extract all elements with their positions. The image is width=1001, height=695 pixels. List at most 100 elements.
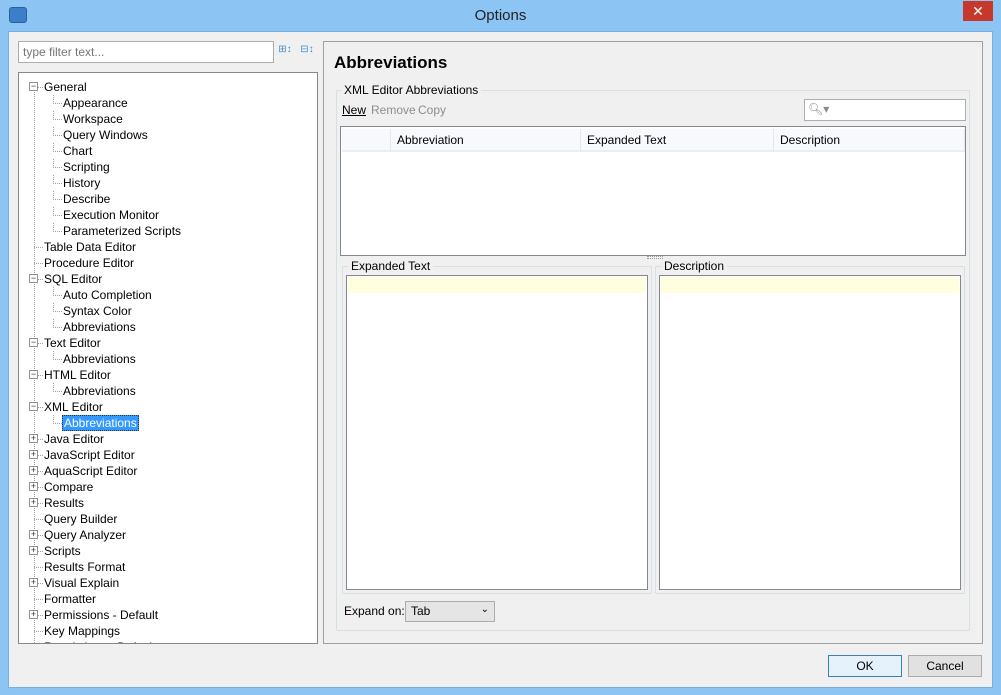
tree-connector (34, 519, 43, 520)
tree-item[interactable]: Compare (43, 479, 94, 495)
expanded-text-label: Expanded Text (348, 259, 434, 273)
collapse-all-icon[interactable]: ⊟↕ (298, 44, 316, 60)
tree-item[interactable]: Scripting (62, 159, 111, 175)
tree-item[interactable]: Abbreviations (62, 383, 137, 399)
tree-item[interactable]: Permissions - Default (43, 607, 159, 623)
collapse-node-icon[interactable]: − (29, 274, 38, 283)
tree-item[interactable]: Query Analyzer (43, 527, 127, 543)
tree-item[interactable]: General (43, 79, 88, 95)
tree-item[interactable]: Text Editor (43, 335, 102, 351)
expand-node-icon[interactable]: + (29, 578, 38, 587)
description-label: Description (661, 259, 728, 273)
expand-all-icon[interactable]: ⊞↕ (276, 44, 294, 60)
tree-item[interactable]: AquaScript Editor (43, 463, 138, 479)
tree-connector (53, 183, 62, 184)
tree-item[interactable]: Appearance (62, 95, 129, 111)
tree-connector (53, 215, 62, 216)
tree-item[interactable]: XML Editor (43, 399, 104, 415)
expand-node-icon[interactable]: + (29, 498, 38, 507)
column-header-description[interactable]: Description (774, 129, 965, 152)
tree-item[interactable]: Scripts (43, 543, 82, 559)
copy-button[interactable]: Copy (418, 103, 446, 117)
tree-item[interactable]: Formatter (43, 591, 97, 607)
tree-connector (53, 207, 54, 216)
expanded-text-area[interactable] (346, 275, 648, 590)
tree-item[interactable]: Execution Monitor (62, 207, 160, 223)
expand-on-value: Tab (411, 604, 431, 618)
collapse-node-icon[interactable]: − (29, 402, 38, 411)
tree-item[interactable]: Parameterized Scripts (62, 223, 182, 239)
row-header-column (342, 129, 391, 152)
column-header-abbreviation[interactable]: Abbreviation (391, 129, 581, 152)
tree-item[interactable]: Java Editor (43, 431, 105, 447)
expand-node-icon[interactable]: + (29, 530, 38, 539)
tree-item[interactable]: HTML Editor (43, 367, 112, 383)
tree-connector (53, 95, 54, 104)
tree-connector (53, 127, 54, 136)
tree-connector (53, 135, 62, 136)
tree-connector (53, 303, 54, 312)
chevron-down-icon: ⌄ (480, 604, 489, 615)
tree-item[interactable]: Chart (62, 143, 93, 159)
filter-input[interactable] (18, 41, 274, 63)
tree-connector (34, 247, 43, 248)
ok-button[interactable]: OK (828, 655, 902, 677)
tree-item[interactable]: Query Windows (62, 127, 149, 143)
description-text-area[interactable] (659, 275, 961, 590)
expand-node-icon[interactable]: + (29, 450, 38, 459)
tree-connector (53, 167, 62, 168)
remove-button[interactable]: Remove (371, 103, 416, 117)
collapse-node-icon[interactable]: − (29, 338, 38, 347)
tree-item[interactable]: Abbreviations (62, 319, 137, 335)
cancel-button[interactable]: Cancel (908, 655, 982, 677)
tree-item[interactable]: Procedure Editor (43, 255, 135, 271)
tree-item[interactable]: Workspace (62, 111, 124, 127)
tree-connector (53, 151, 62, 152)
tree-item[interactable]: Results Format (43, 559, 126, 575)
tree-connector (34, 567, 43, 568)
abbreviations-table: Abbreviation Expanded Text Description (340, 126, 966, 256)
collapse-node-icon[interactable]: − (29, 370, 38, 379)
tree-item[interactable]: Table Data Editor (43, 239, 137, 255)
new-button[interactable]: New (342, 103, 366, 117)
page-title: Abbreviations (334, 53, 448, 72)
collapse-node-icon[interactable]: − (29, 82, 38, 91)
tree-item[interactable]: Restrictions - Default (43, 639, 156, 643)
tree-item[interactable]: Describe (62, 191, 111, 207)
tree-connector (53, 231, 62, 232)
tree-connector (53, 199, 62, 200)
tree-connector (53, 191, 54, 200)
tree-connector (53, 287, 54, 296)
tree-connector (53, 423, 62, 424)
expand-on-label: Expand on: (344, 604, 405, 618)
tree-connector (34, 263, 43, 264)
tree-item[interactable]: History (62, 175, 101, 191)
tree-item[interactable]: Abbreviations (62, 351, 137, 367)
tree-connector (53, 175, 54, 184)
tree-connector (53, 327, 62, 328)
tree-connector (34, 89, 35, 643)
table-search-input[interactable]: 🔍︎▾ (804, 99, 966, 121)
expand-on-select[interactable]: Tab ⌄ (405, 601, 495, 622)
tree-item[interactable]: Syntax Color (62, 303, 133, 319)
expand-node-icon[interactable]: + (29, 466, 38, 475)
expand-node-icon[interactable]: + (29, 434, 38, 443)
tree-item[interactable]: SQL Editor (43, 271, 103, 287)
expand-node-icon[interactable]: + (29, 610, 38, 619)
tree-item[interactable]: Auto Completion (62, 287, 153, 303)
tree-item[interactable]: Results (43, 495, 85, 511)
tree-item[interactable]: Query Builder (43, 511, 118, 527)
tree-connector (53, 383, 54, 392)
expand-node-icon[interactable]: + (29, 482, 38, 491)
tree-connector (53, 391, 62, 392)
expand-node-icon[interactable]: + (29, 546, 38, 555)
column-header-expanded-text[interactable]: Expanded Text (581, 129, 774, 152)
group-label: XML Editor Abbreviations (341, 83, 482, 97)
tree-item[interactable]: Key Mappings (43, 623, 121, 639)
tree-item[interactable]: JavaScript Editor (43, 447, 136, 463)
tree-connector (53, 319, 54, 328)
close-button[interactable]: ✕ (963, 1, 993, 21)
tree-item[interactable]: Abbreviations (62, 415, 139, 431)
tree-connector (53, 159, 54, 168)
tree-item[interactable]: Visual Explain (43, 575, 120, 591)
